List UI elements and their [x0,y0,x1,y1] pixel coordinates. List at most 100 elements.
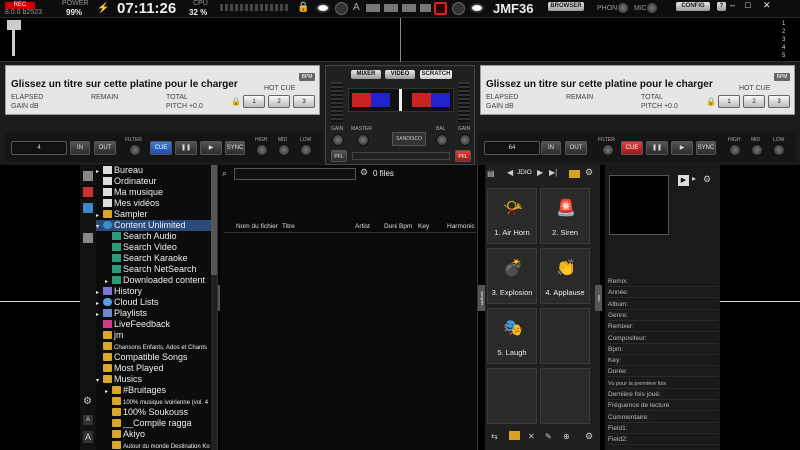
tree-expand-icon[interactable]: ▾ [96,376,103,385]
col-title[interactable]: Titre [282,223,295,230]
tab-scratch[interactable]: SCRATCH [420,70,452,79]
tree-item[interactable]: Search Video [96,242,217,253]
tree-expand-icon[interactable]: ▸ [105,277,112,286]
sync-icon[interactable] [335,2,348,15]
info-field[interactable]: Commentaire: [608,413,718,423]
tree-item[interactable]: ▸ History [96,286,217,297]
zoom-icon[interactable] [5,20,25,56]
info-field[interactable]: Bpm: [608,345,718,355]
deck-left-hotcue-3[interactable]: 3 [293,95,315,108]
info-field[interactable]: Genre: [608,311,718,321]
deck-left-low-knob[interactable] [300,144,312,156]
tree-item[interactable]: 100% Soukouss [96,407,217,418]
sampler-pad-empty-1[interactable] [487,368,537,424]
info-field[interactable]: Remix: [608,277,718,287]
deck-right-filter-knob[interactable] [602,144,614,156]
info-field[interactable]: Key: [608,356,718,367]
sampler-prev-icon[interactable]: ◀ [507,168,513,177]
col-key[interactable]: Key [418,223,429,230]
mixer-master-knob[interactable] [357,134,369,146]
info-field[interactable]: Fréquence de lecture [608,401,718,412]
deck-left-pause-button[interactable]: ❚❚ [175,141,197,155]
pfl-left-button[interactable]: PFL [331,150,347,162]
info-field[interactable]: Durée: [608,367,718,378]
col-duration[interactable]: Durée [384,223,397,230]
deck-right-loop-select[interactable]: 64 [484,141,540,155]
layout-icon-3[interactable] [402,4,416,12]
search-options-gear-icon[interactable]: ⚙ [360,167,368,178]
sampler-mode-icon[interactable]: ▤ [487,169,499,179]
info-field[interactable]: Field2: [608,435,718,446]
rec-badge[interactable]: REC [5,2,35,9]
deck-right-hotcue-2[interactable]: 2 [743,95,765,108]
info-next-icon[interactable]: ▸ [692,174,702,186]
col-artist[interactable]: Artist [355,223,370,230]
filter-icon[interactable] [83,203,93,213]
tree-item[interactable]: ▾ Musics [96,374,217,385]
deck-right-in-button[interactable]: IN [541,141,561,155]
browser-button[interactable]: BROWSER [548,2,584,11]
close-button[interactable]: ✕ [763,0,771,11]
font-big-button[interactable]: A [83,431,93,443]
sampler-pad-1[interactable]: 📯 1. Air Horn [487,188,537,244]
crossfader[interactable] [399,89,402,111]
deck-left-sync-button[interactable]: SYNC [225,141,245,155]
tree-expand-icon[interactable]: ▸ [96,211,103,220]
layout-icon-4[interactable] [420,4,431,12]
deck-right-hotcue-3[interactable]: 3 [768,95,790,108]
tree-expand-icon[interactable]: ▸ [105,387,112,396]
tree-expand-icon[interactable]: ▸ [96,310,103,319]
sampler-tab[interactable]: sampler [478,285,485,311]
eye-icon-left[interactable] [316,3,330,13]
tree-item[interactable]: ▸ #Bruitages [96,385,217,396]
tree-expand-icon[interactable]: ▸ [96,167,103,176]
deck-right-low-knob[interactable] [773,144,785,156]
deck-left-play-button[interactable]: ▶ [200,141,222,155]
tree-item[interactable]: ▾ Content Unlimited [96,220,217,231]
deck-left-hotcue-1[interactable]: 1 [243,95,265,108]
col-bpm[interactable]: Bpm [399,223,412,230]
deck-left-mid-knob[interactable] [278,144,290,156]
sampler-move-icon[interactable]: ⇆ [491,432,498,441]
tree-expand-icon[interactable]: ▸ [96,288,103,297]
tree-item[interactable]: Akiyo [96,429,217,440]
info-field[interactable]: Field1: [608,424,718,434]
sampler-pad-4[interactable]: 👏 4. Applause [540,248,590,304]
tree-item[interactable]: 100% musique ivoirienne (vol. 4 [96,396,217,407]
deck-right-mid-knob[interactable] [751,144,763,156]
col-harmonic[interactable]: Harmonic [447,223,475,230]
browser-scrollbar[interactable] [211,165,217,450]
deck-right-cue-button[interactable]: CUE [621,141,643,155]
tree-expand-icon[interactable]: ▸ [96,299,103,308]
deck-right[interactable]: Glissez un titre sur cette platine pour … [480,65,795,115]
sampler-pad-2[interactable]: 🚨 2. Siren [540,188,590,244]
info-field[interactable]: Compositeur: [608,334,718,344]
phone-knob[interactable] [617,2,629,14]
tree-item[interactable]: Most Played [96,363,217,374]
sampler-edit-icon[interactable]: ✎ [545,432,552,441]
tree-item[interactable]: ▸ Sampler [96,209,217,220]
info-tab[interactable]: info [595,285,602,311]
file-list[interactable]: ⌕ ⚙ 0 files Nom du fichier Titre Artist … [220,165,478,450]
sampler-pad-5[interactable]: 🎭 5. Laugh [487,308,537,364]
deck-right-hotcue-1[interactable]: 1 [718,95,740,108]
sampler-shuffle-icon[interactable]: ✕ [528,432,535,441]
deck-left-loop-select[interactable]: 4 [11,141,67,155]
mixer-gain-right-knob[interactable] [459,134,471,146]
deck-right-lock-icon[interactable]: 🔒 [706,97,716,106]
col-filename[interactable]: Nom du fichier [236,223,278,230]
search-input[interactable] [234,168,356,180]
info-field[interactable]: Remixer: [608,322,718,333]
tree-item[interactable]: Autour du monde Destination Ko [96,440,217,450]
maximize-button[interactable]: □ [745,0,750,10]
layout-icon-1[interactable] [366,4,380,12]
tree-expand-icon[interactable]: ▾ [96,222,103,231]
deck-left-cue-button[interactable]: CUE [150,141,172,155]
deck-left-out-button[interactable]: OUT [94,141,116,155]
record-icon[interactable] [434,2,447,15]
back-icon[interactable] [83,233,93,243]
tree-item[interactable]: Search NetSearch [96,264,217,275]
mixer-bal-knob[interactable] [436,134,448,146]
help-icon[interactable]: ? [717,2,726,11]
mixer-gain-left-knob[interactable] [332,134,344,146]
